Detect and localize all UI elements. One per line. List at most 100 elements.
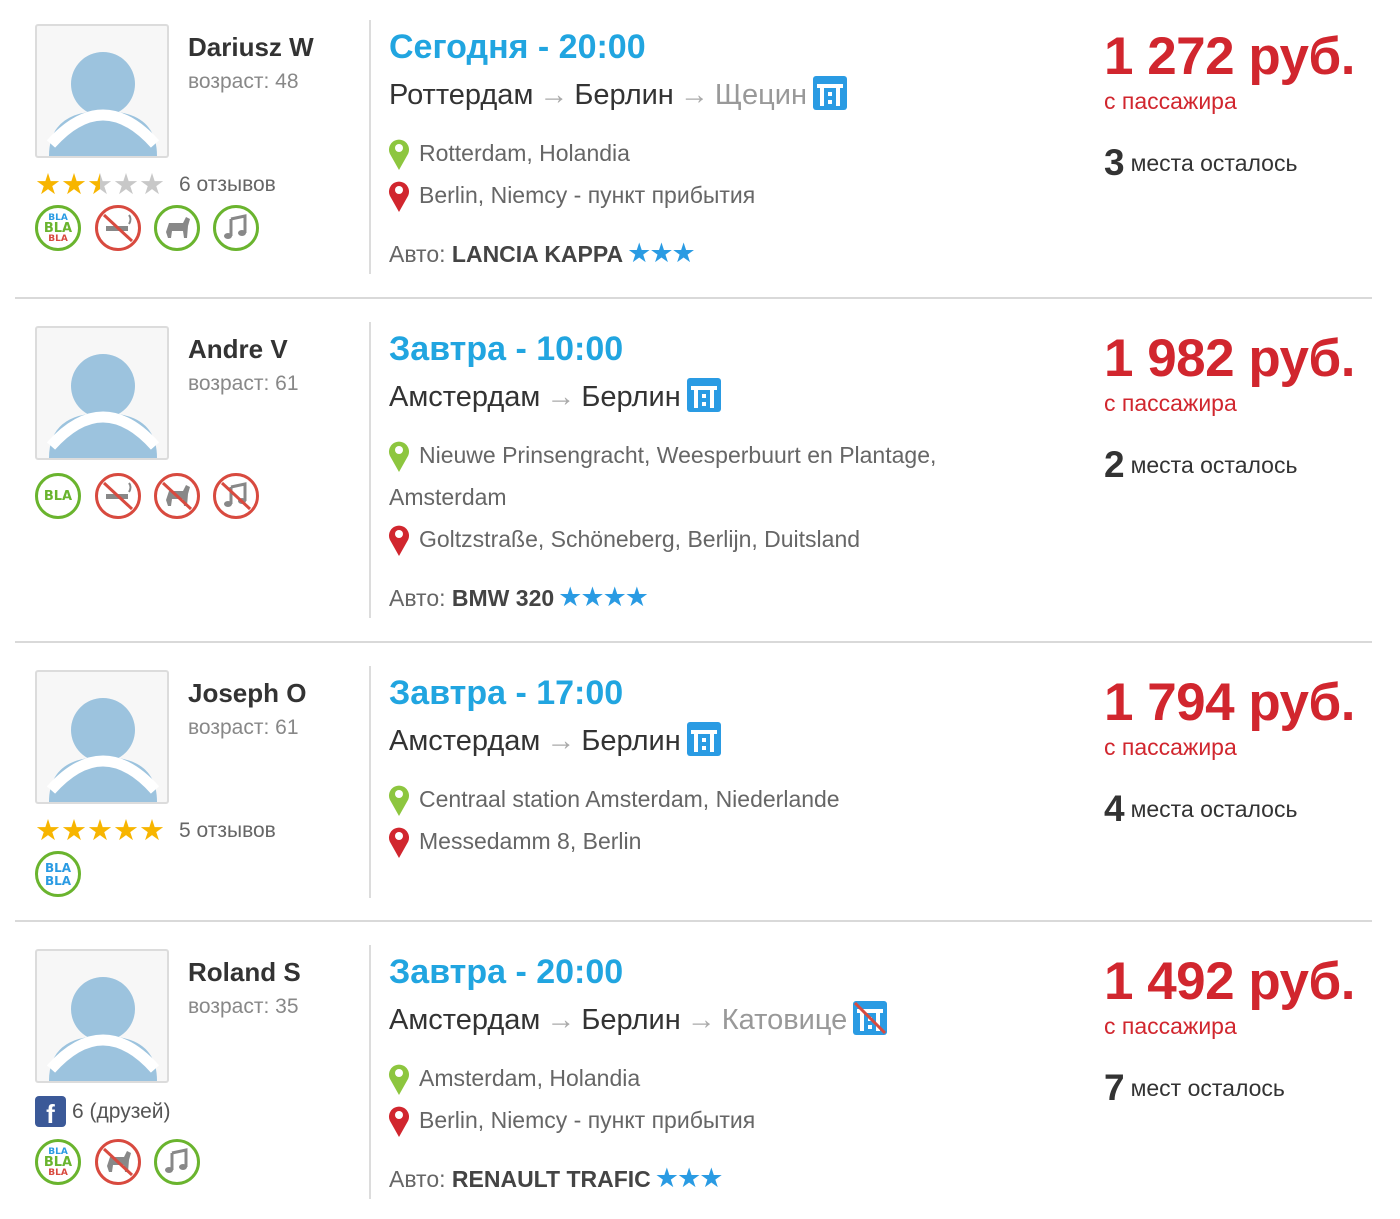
price-per-passenger: с пассажира — [1104, 1013, 1237, 1039]
ride-listing[interactable]: Andre V возраст: 61 BLA Завтра - 10:00 А… — [0, 300, 1400, 642]
arrow-right-icon: → — [539, 79, 569, 111]
driver-rating: ★★★★★ 6 отзывов — [35, 170, 276, 200]
departure-time[interactable]: Завтра - 20:00 — [389, 953, 623, 992]
car-label: Авто: — [389, 1166, 446, 1192]
route-to: Берлин — [574, 79, 674, 111]
price[interactable]: 1 794 руб. — [1104, 672, 1355, 733]
dropoff-location[interactable]: Goltzstraße, Schöneberg, Berlijn, Duitsl… — [419, 526, 860, 553]
separator — [15, 297, 1372, 299]
price-per-passenger: с пассажира — [1104, 390, 1237, 416]
half-star-icon: ★ — [87, 169, 113, 201]
car-info: Авто: LANCIA KAPPA ★★★ — [389, 238, 696, 269]
no-pets-icon — [95, 1139, 141, 1185]
reviews-count[interactable]: 6 отзывов — [179, 173, 276, 196]
dropoff-pin-icon — [389, 1106, 409, 1137]
pickup-location-cont[interactable]: Amsterdam — [389, 484, 507, 511]
star-empty-icon: ★ — [139, 169, 165, 201]
dropoff-pin-icon — [389, 525, 409, 556]
departure-time[interactable]: Сегодня - 20:00 — [389, 28, 646, 67]
route[interactable]: Амстердам → Берлин → Катовице — [389, 1001, 888, 1037]
dropoff-location[interactable]: Berlin, Niemcy - пункт прибытия — [419, 1107, 755, 1134]
route-from: Амстердам — [389, 725, 541, 757]
reviews-count[interactable]: 5 отзывов — [179, 819, 276, 842]
price[interactable]: 1 272 руб. — [1104, 26, 1355, 87]
route-to: Берлин — [581, 725, 681, 757]
driver-name[interactable]: Joseph O — [188, 678, 306, 709]
price[interactable]: 1 982 руб. — [1104, 328, 1355, 389]
driver-name[interactable]: Dariusz W — [188, 32, 314, 63]
friends-count: 6 (друзей) — [72, 1099, 171, 1123]
ride-listing[interactable]: Joseph O возраст: 61 ★★★★★ 5 отзывов BLA … — [0, 644, 1400, 920]
dropoff-location[interactable]: Berlin, Niemcy - пункт прибытия — [419, 182, 755, 209]
pickup-pin-icon — [389, 139, 409, 170]
bla-bla-chatty-icon: BLA BLA BLA — [35, 205, 81, 251]
driver-avatar[interactable] — [35, 24, 169, 158]
ride-listing[interactable]: Dariusz W возраст: 48 ★★★★★ 6 отзывов BLA… — [0, 0, 1400, 298]
car-label: Авто: — [389, 585, 446, 611]
driver-rating: ★★★★★ 5 отзывов — [35, 816, 276, 846]
facebook-friends[interactable]: f6 (друзей) — [35, 1096, 171, 1129]
separator — [15, 641, 1372, 643]
no-smoking-icon — [95, 473, 141, 519]
route-via: Щецин — [714, 79, 807, 111]
car-info: Авто: BMW 320 ★★★★ — [389, 582, 649, 613]
pickup-location[interactable]: Amsterdam, Holandia — [419, 1065, 640, 1092]
dropoff-pin-icon — [389, 827, 409, 858]
star-icon: ★ — [139, 815, 165, 847]
route-to: Берлин — [581, 381, 681, 413]
comfort-stars-icon: ★★★ — [627, 238, 696, 268]
driver-preferences: BLA BLA BLA — [35, 1139, 205, 1189]
route-from: Амстердам — [389, 1004, 541, 1036]
separator — [15, 920, 1372, 922]
arrow-right-icon: → — [546, 381, 576, 413]
seats-left: 3 места осталось — [1104, 142, 1298, 183]
car-label: Авто: — [389, 241, 446, 267]
route[interactable]: Амстердам → Берлин — [389, 378, 721, 414]
arrow-right-icon: → — [546, 725, 576, 757]
price-per-passenger: с пассажира — [1104, 734, 1237, 760]
car-model: RENAULT TRAFIC — [451, 1166, 651, 1192]
departure-time[interactable]: Завтра - 17:00 — [389, 674, 623, 713]
driver-avatar[interactable] — [35, 670, 169, 804]
car-info: Авто: RENAULT TRAFIC ★★★ — [389, 1163, 723, 1194]
driver-name[interactable]: Andre V — [188, 334, 288, 365]
driver-age: возраст: 61 — [188, 716, 299, 739]
no-highway-icon — [853, 1001, 888, 1035]
divider — [369, 20, 371, 274]
pickup-pin-icon — [389, 785, 409, 816]
driver-name[interactable]: Roland S — [188, 957, 301, 988]
driver-avatar[interactable] — [35, 949, 169, 1083]
music-icon — [213, 205, 259, 251]
price-per-passenger: с пассажира — [1104, 88, 1237, 114]
star-icon: ★ — [61, 815, 87, 847]
bla-bla-chatty-icon: BLA BLA BLA — [35, 1139, 81, 1185]
driver-avatar[interactable] — [35, 326, 169, 460]
route[interactable]: Амстердам → Берлин — [389, 722, 721, 758]
pickup-location[interactable]: Rotterdam, Holandia — [419, 140, 630, 167]
dropoff-location[interactable]: Messedamm 8, Berlin — [419, 828, 641, 855]
no-smoking-icon — [95, 205, 141, 251]
car-model: BMW 320 — [451, 585, 555, 611]
route-to: Берлин — [581, 1004, 681, 1036]
highway-icon — [686, 722, 721, 756]
departure-time[interactable]: Завтра - 10:00 — [389, 330, 623, 369]
ride-listing[interactable]: Roland S возраст: 35 f6 (друзей) BLA BLA… — [0, 923, 1400, 1219]
star-empty-icon: ★ — [113, 169, 139, 201]
pickup-pin-icon — [389, 1064, 409, 1095]
highway-icon — [686, 378, 721, 412]
star-icon: ★ — [61, 169, 87, 201]
route-from: Роттердам — [389, 79, 534, 111]
route-from: Амстердам — [389, 381, 541, 413]
pickup-location[interactable]: Centraal station Amsterdam, Niederlande — [419, 786, 840, 813]
price[interactable]: 1 492 руб. — [1104, 951, 1355, 1012]
seats-left: 4 места осталось — [1104, 788, 1298, 829]
driver-age: возраст: 48 — [188, 70, 299, 93]
route[interactable]: Роттердам → Берлин → Щецин — [389, 76, 847, 112]
driver-age: возраст: 61 — [188, 372, 299, 395]
star-icon: ★ — [35, 815, 61, 847]
seats-left: 2 места осталось — [1104, 444, 1298, 485]
bla-bla-icon: BLA BLA — [35, 851, 81, 897]
pickup-location[interactable]: Nieuwe Prinsengracht, Weesperbuurt en Pl… — [419, 442, 936, 469]
divider — [369, 666, 371, 898]
star-icon: ★ — [113, 815, 139, 847]
